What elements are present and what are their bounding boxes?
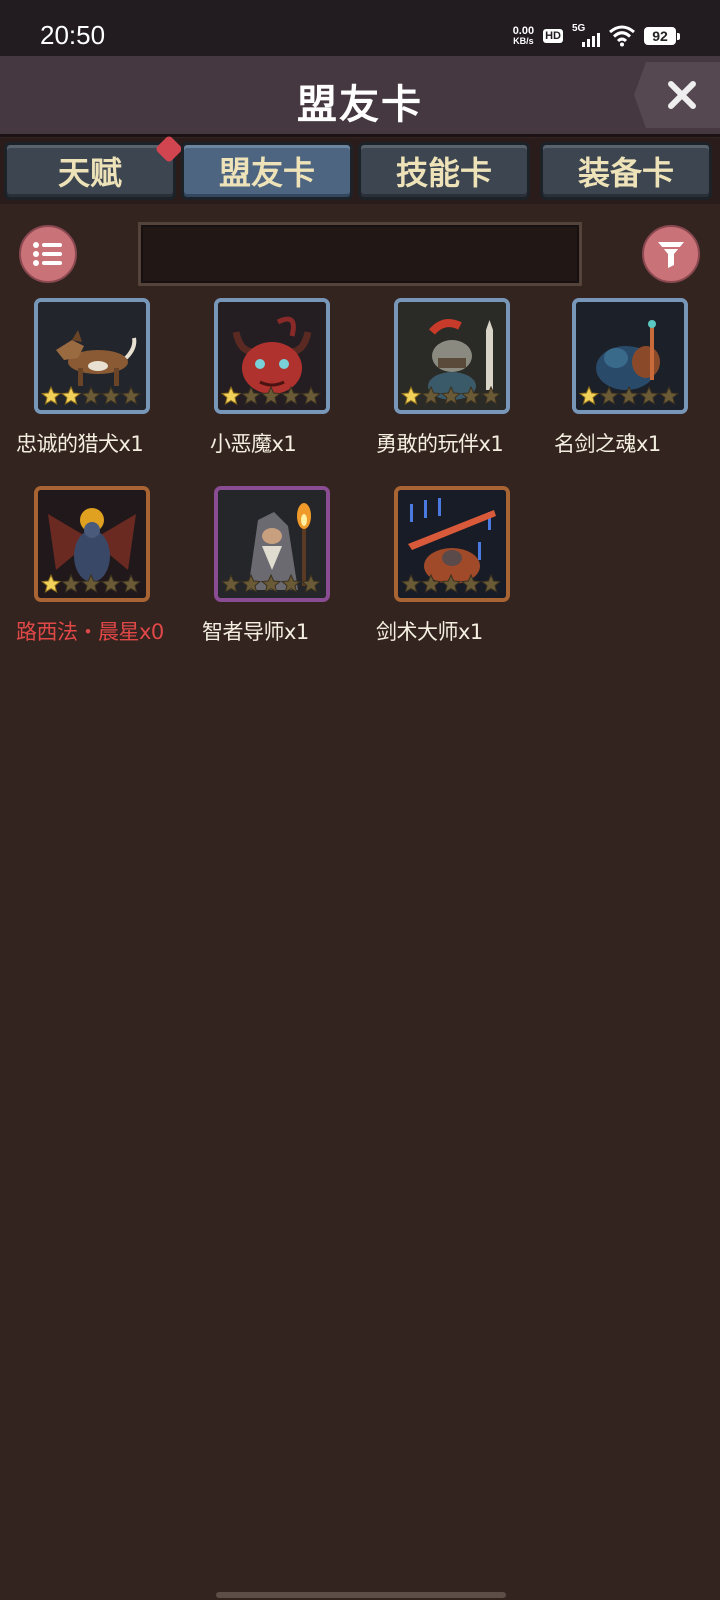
star-empty-icon bbox=[421, 574, 441, 594]
star-icon bbox=[41, 386, 61, 406]
card-sword-soul[interactable]: 名剑之魂x1 bbox=[554, 298, 720, 478]
search-box[interactable] bbox=[138, 222, 582, 286]
star-empty-icon bbox=[659, 386, 679, 406]
star-empty-icon bbox=[81, 574, 101, 594]
star-icon bbox=[221, 386, 241, 406]
close-icon bbox=[668, 81, 696, 109]
star-empty-icon bbox=[421, 386, 441, 406]
star-icon bbox=[61, 386, 81, 406]
star-empty-icon bbox=[301, 574, 321, 594]
star-rating bbox=[401, 386, 501, 406]
star-empty-icon bbox=[619, 386, 639, 406]
star-icon bbox=[579, 386, 599, 406]
star-empty-icon bbox=[281, 574, 301, 594]
search-input[interactable] bbox=[141, 225, 579, 283]
card-lucifer-morningstar[interactable]: 路西法・晨星x0 bbox=[16, 486, 202, 666]
network-speed-unit: KB/s bbox=[513, 36, 534, 46]
star-icon bbox=[41, 574, 61, 594]
star-empty-icon bbox=[461, 574, 481, 594]
page-title: 盟友卡 bbox=[297, 82, 423, 128]
notification-badge bbox=[154, 134, 184, 164]
star-icon bbox=[401, 386, 421, 406]
card-little-imp[interactable]: 小恶魔x1 bbox=[202, 298, 382, 478]
tab-talent[interactable]: 天赋 bbox=[4, 134, 184, 200]
filter-button[interactable] bbox=[642, 225, 700, 283]
star-empty-icon bbox=[401, 574, 421, 594]
star-empty-icon bbox=[101, 386, 121, 406]
star-empty-icon bbox=[241, 386, 261, 406]
status-bar: 20:50 0.00 KB/s HD 5G 92 bbox=[0, 0, 720, 56]
star-empty-icon bbox=[261, 386, 281, 406]
card-label: 勇敢的玩伴x1 bbox=[376, 432, 504, 456]
card-frame bbox=[214, 298, 330, 414]
star-empty-icon bbox=[281, 386, 301, 406]
star-empty-icon bbox=[639, 386, 659, 406]
battery-icon: 92 bbox=[644, 27, 680, 45]
hd-icon: HD bbox=[543, 29, 563, 43]
header-bar: 盟友卡 bbox=[0, 56, 720, 137]
star-empty-icon bbox=[221, 574, 241, 594]
star-empty-icon bbox=[441, 574, 461, 594]
card-label: 小恶魔x1 bbox=[210, 432, 297, 456]
tab-bar: 天赋 盟友卡 技能卡 装备卡 bbox=[0, 134, 720, 204]
card-label: 名剑之魂x1 bbox=[554, 432, 661, 456]
card-sage-mentor[interactable]: 智者导师x1 bbox=[202, 486, 382, 666]
filter-icon bbox=[658, 242, 684, 268]
card-label: 忠诚的猎犬x1 bbox=[16, 432, 144, 456]
cellular-signal-icon: 5G bbox=[572, 23, 600, 47]
wifi-icon bbox=[609, 25, 635, 47]
card-frame bbox=[34, 486, 150, 602]
card-frame bbox=[394, 298, 510, 414]
home-indicator[interactable] bbox=[216, 1592, 506, 1598]
star-rating bbox=[41, 386, 141, 406]
star-empty-icon bbox=[81, 386, 101, 406]
tab-talent-label: 天赋 bbox=[57, 154, 122, 192]
card-label: 智者导师x1 bbox=[202, 620, 309, 644]
card-sword-master[interactable]: 剑术大师x1 bbox=[376, 486, 562, 666]
card-label: 路西法・晨星x0 bbox=[16, 620, 164, 644]
tab-equipment-cards-label: 装备卡 bbox=[577, 154, 674, 192]
star-empty-icon bbox=[121, 386, 141, 406]
list-icon bbox=[33, 242, 62, 266]
list-button[interactable] bbox=[19, 225, 77, 283]
card-loyal-hound[interactable]: 忠诚的猎犬x1 bbox=[16, 298, 202, 478]
tab-equipment-cards[interactable]: 装备卡 bbox=[540, 142, 712, 200]
tab-skill-cards[interactable]: 技能卡 bbox=[358, 142, 530, 200]
star-empty-icon bbox=[481, 386, 501, 406]
star-rating bbox=[579, 386, 679, 406]
star-rating bbox=[41, 574, 141, 594]
status-time: 20:50 bbox=[40, 20, 106, 50]
star-empty-icon bbox=[481, 574, 501, 594]
star-empty-icon bbox=[301, 386, 321, 406]
star-empty-icon bbox=[461, 386, 481, 406]
star-empty-icon bbox=[599, 386, 619, 406]
card-frame bbox=[34, 298, 150, 414]
tab-ally-cards-label: 盟友卡 bbox=[218, 154, 315, 192]
card-brave-companion[interactable]: 勇敢的玩伴x1 bbox=[376, 298, 562, 478]
card-frame bbox=[394, 486, 510, 602]
tab-ally-cards[interactable]: 盟友卡 bbox=[181, 142, 353, 200]
tab-skill-cards-label: 技能卡 bbox=[395, 154, 492, 192]
star-empty-icon bbox=[261, 574, 281, 594]
network-speed-value: 0.00 bbox=[512, 25, 535, 37]
card-frame bbox=[572, 298, 688, 414]
network-type-label: 5G bbox=[572, 23, 586, 34]
close-button[interactable] bbox=[634, 62, 720, 128]
card-label: 剑术大师x1 bbox=[376, 620, 483, 644]
battery-level: 92 bbox=[644, 27, 676, 45]
star-rating bbox=[221, 574, 321, 594]
star-empty-icon bbox=[61, 574, 81, 594]
star-rating bbox=[401, 574, 501, 594]
star-rating bbox=[221, 386, 321, 406]
card-frame bbox=[214, 486, 330, 602]
network-speed: 0.00 KB/s bbox=[512, 25, 535, 47]
star-empty-icon bbox=[101, 574, 121, 594]
status-icons: 0.00 KB/s HD 5G 92 bbox=[513, 22, 680, 50]
star-empty-icon bbox=[121, 574, 141, 594]
star-empty-icon bbox=[241, 574, 261, 594]
star-empty-icon bbox=[441, 386, 461, 406]
